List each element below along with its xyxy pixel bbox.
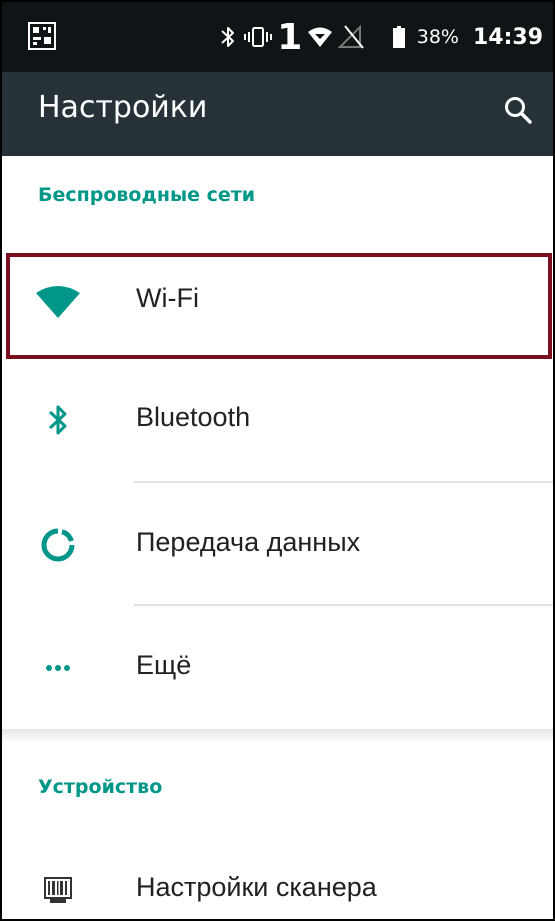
barcode-scanner-icon	[36, 868, 80, 912]
settings-item-more[interactable]: Ещё	[6, 614, 553, 724]
screen: 1 38% 14:39 Настройки Беспроводные сети …	[0, 0, 555, 921]
settings-item-label: Ещё	[136, 650, 192, 680]
status-icons: 1 38% 14:39	[215, 16, 543, 58]
settings-item-label: Передача данных	[136, 527, 361, 557]
settings-item-bluetooth[interactable]: Bluetooth	[6, 366, 553, 476]
more-icon	[36, 646, 80, 690]
clock: 14:39	[472, 24, 543, 50]
bluetooth-icon	[36, 398, 80, 442]
settings-item-label: Bluetooth	[136, 402, 251, 432]
settings-item-data-usage[interactable]: Передача данных	[6, 491, 553, 601]
divider	[134, 481, 553, 483]
battery-icon	[387, 18, 411, 56]
no-signal-icon	[335, 18, 367, 56]
sim-1-icon: 1	[277, 16, 303, 58]
battery-percent: 38%	[416, 26, 459, 48]
status-bar: 1 38% 14:39	[2, 2, 553, 72]
settings-item-label: Wi-Fi	[136, 283, 199, 313]
bluetooth-icon	[215, 18, 241, 56]
section-header-wireless: Беспроводные сети	[38, 184, 256, 206]
notification-app-icon	[28, 22, 56, 50]
search-button[interactable]	[496, 88, 540, 132]
settings-item-scanner[interactable]: Настройки сканера	[6, 834, 553, 919]
search-icon	[505, 97, 532, 124]
settings-item-wifi[interactable]: Wi-Fi	[6, 252, 553, 362]
page-title: Настройки	[38, 90, 208, 125]
settings-item-label: Настройки сканера	[136, 872, 377, 902]
section-header-device: Устройство	[38, 776, 163, 798]
wifi-signal-icon	[305, 18, 335, 56]
vibrate-icon	[241, 18, 275, 56]
divider	[134, 604, 553, 606]
wifi-icon	[36, 280, 80, 324]
settings-list: Беспроводные сети Wi-Fi Bluetooth Переда…	[2, 156, 553, 919]
app-toolbar: Настройки	[2, 72, 553, 156]
data-usage-icon	[36, 523, 80, 567]
section-divider	[2, 729, 553, 743]
